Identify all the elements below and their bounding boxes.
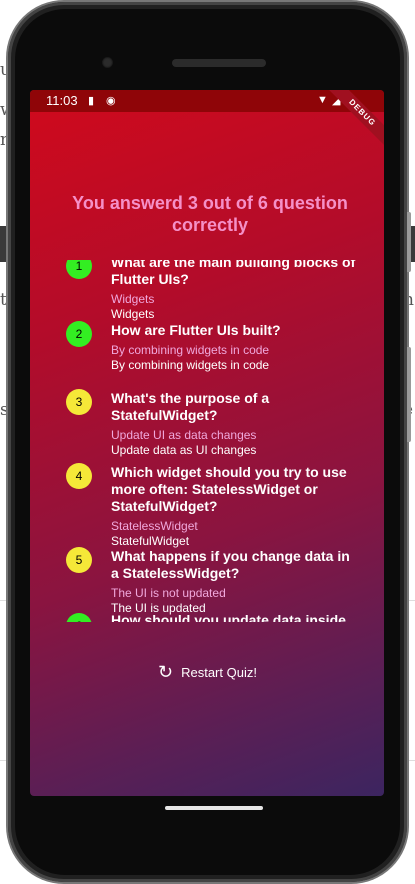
- question-index-badge: 3: [66, 389, 92, 415]
- correct-answer-text: By combining widgets in code: [111, 358, 270, 372]
- home-indicator[interactable]: [165, 806, 263, 810]
- power-button: [407, 212, 411, 272]
- question-index-badge: 1: [66, 260, 92, 279]
- restart-label: Restart Quiz!: [181, 664, 257, 680]
- user-answer-text: The UI is not updated: [111, 586, 226, 600]
- app-screen: 11:03 ▮ ◉ ▼ ◢ ▮ DEBUG You answerd 3 out …: [30, 90, 384, 796]
- question-index-badge: 4: [66, 463, 92, 489]
- question-text: Which widget should you try to use more …: [111, 464, 347, 514]
- correct-answer-text: Widgets: [111, 307, 155, 321]
- sd-card-icon: ▮: [88, 95, 95, 107]
- question-text: What happens if you change data in a Sta…: [111, 548, 350, 581]
- user-answer-text: Update UI as data changes: [111, 428, 257, 442]
- question-index-badge: 2: [66, 321, 92, 347]
- score-heading: You answerd 3 out of 6 question correctl…: [72, 193, 348, 235]
- question-text: How should you update data inside of Sta…: [111, 612, 346, 622]
- speaker-grille: [172, 59, 266, 67]
- question-index-badge: 6: [66, 613, 92, 622]
- camera-icon: [102, 57, 113, 68]
- restart-quiz-button[interactable]: ↻ Restart Quiz!: [158, 661, 257, 683]
- status-bar: 11:03 ▮ ◉ ▼ ◢ ▮: [30, 90, 384, 112]
- correct-answer-text: StatefulWidget: [111, 534, 190, 548]
- question-text: What's the purpose of a StatefulWidget?: [111, 390, 270, 423]
- question-text: What are the main building blocks of Flu…: [111, 260, 356, 287]
- status-time: 11:03: [46, 93, 78, 108]
- user-answer-text: StatelessWidget: [111, 519, 198, 533]
- question-text: How are Flutter UIs built?: [111, 322, 281, 338]
- question-index-badge: 5: [66, 547, 92, 573]
- wifi-icon: ▼: [317, 94, 328, 106]
- questions-summary-list[interactable]: 1 What are the main building blocks of Fl…: [30, 260, 384, 622]
- app-notification-icon: ◉: [106, 95, 116, 107]
- refresh-icon: ↻: [158, 662, 174, 682]
- user-answer-text: By combining widgets in code: [111, 343, 270, 357]
- user-answer-text: Widgets: [111, 292, 155, 306]
- correct-answer-text: Update data as UI changes: [111, 443, 257, 457]
- volume-button: [407, 347, 411, 442]
